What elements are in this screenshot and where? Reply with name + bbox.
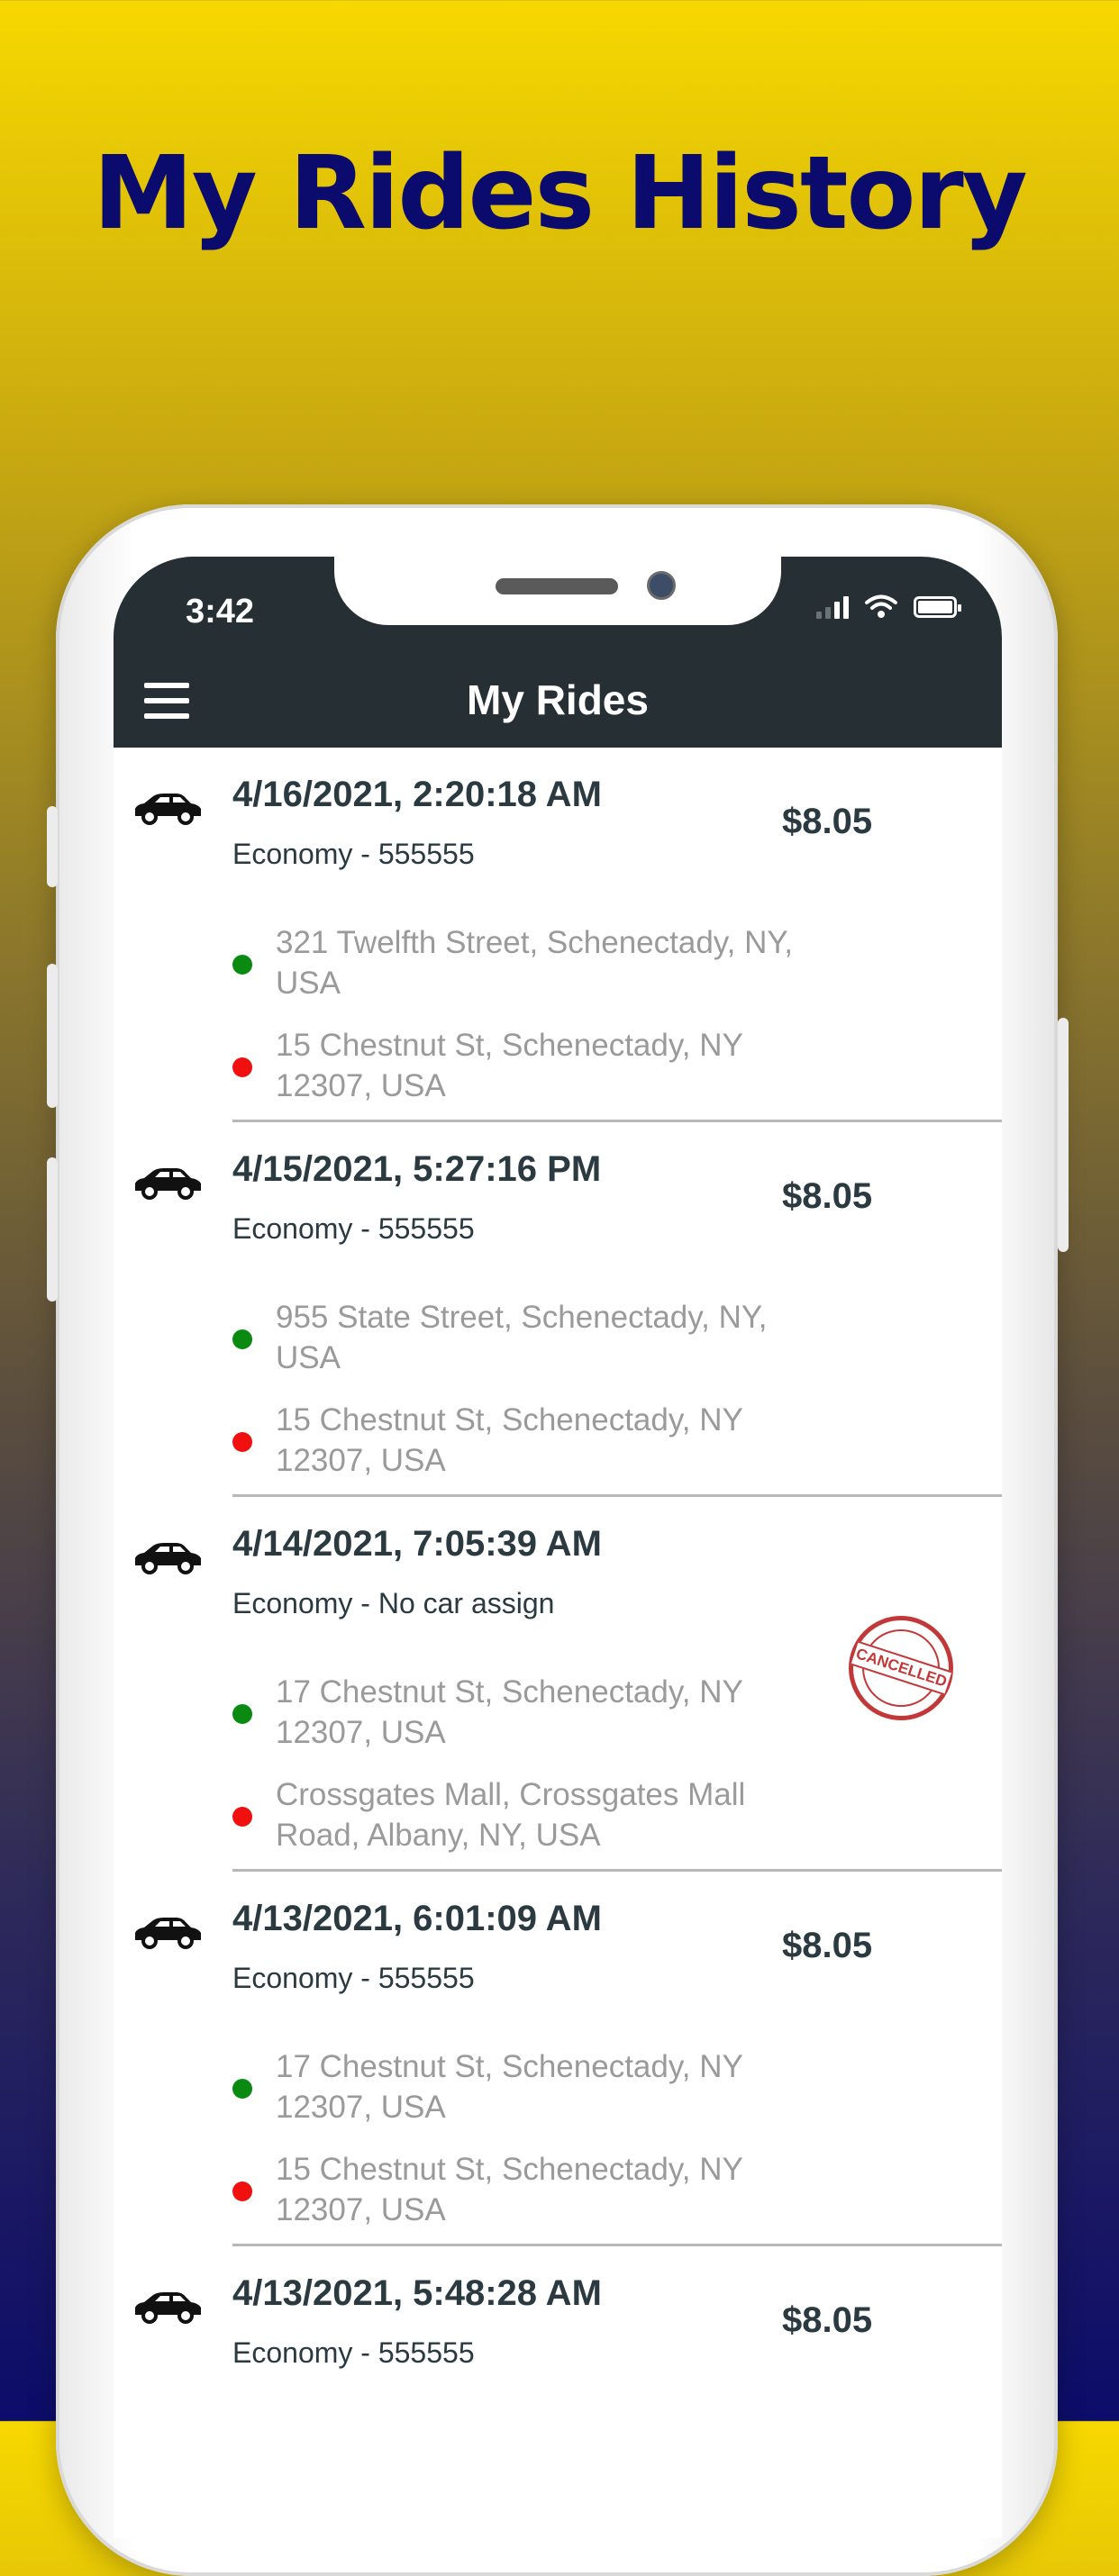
- car-icon: [135, 1918, 201, 1949]
- ride-category: Economy - 555555: [232, 1212, 475, 1245]
- red-dot-icon: [232, 1432, 252, 1452]
- pickup-address: 17 Chestnut St, Schenectady, NY 12307, U…: [276, 2049, 743, 2125]
- ride-item[interactable]: 4/15/2021, 5:27:16 PM Economy - 555555 $…: [114, 1122, 1002, 1497]
- ride-date: 4/14/2021, 7:05:39 AM: [232, 1524, 602, 1564]
- car-icon: [135, 794, 201, 825]
- dropoff-address: 15 Chestnut St, Schenectady, NY 12307, U…: [276, 2152, 743, 2227]
- car-icon: [135, 2292, 201, 2324]
- dropoff-address: 15 Chestnut St, Schenectady, NY 12307, U…: [276, 1028, 743, 1103]
- ride-fare: $8.05: [782, 1176, 873, 1216]
- ride-date: 4/13/2021, 5:48:28 AM: [232, 2273, 602, 2313]
- car-icon: [135, 1168, 201, 1200]
- dropoff-address: Crossgates Mall, Crossgates Mall Road, A…: [276, 1777, 746, 1853]
- app-bar: My Rides: [114, 656, 1002, 748]
- ride-category: Economy - No car assign: [232, 1587, 555, 1619]
- pickup-address: 17 Chestnut St, Schenectady, NY 12307, U…: [276, 1674, 743, 1750]
- ride-category: Economy - 555555: [232, 2336, 475, 2369]
- green-dot-icon: [232, 1329, 252, 1349]
- status-time-area: 3:42: [114, 557, 330, 656]
- pickup-address: 955 State Street, Schenectady, NY, USA: [276, 1300, 768, 1375]
- phone-power-button: [1058, 1018, 1069, 1252]
- ride-item[interactable]: 4/14/2021, 7:05:39 AM Economy - No car a…: [114, 1497, 1002, 1872]
- front-camera: [647, 571, 676, 600]
- car-icon: [135, 1543, 201, 1574]
- red-dot-icon: [232, 1807, 252, 1827]
- ride-fare: $8.05: [782, 1926, 873, 1965]
- notch: [334, 557, 781, 625]
- rides-list: 4/16/2021, 2:20:18 AM Economy - 555555 $…: [114, 748, 1002, 2538]
- ride-fare: $8.05: [782, 2300, 873, 2340]
- phone-screen: 3:42 My Rides 4/16/2021, 2:20:18 AM Econ…: [114, 557, 1002, 2538]
- ride-item[interactable]: 4/13/2021, 5:48:28 AM Economy - 555555 $…: [114, 2246, 1002, 2538]
- ride-date: 4/13/2021, 6:01:09 AM: [232, 1899, 602, 1938]
- status-bar: 3:42: [114, 557, 1002, 656]
- app-bar-title: My Rides: [467, 676, 649, 723]
- green-dot-icon: [232, 955, 252, 975]
- cellular-signal-icon: [816, 595, 849, 619]
- speaker-grille: [496, 578, 618, 594]
- cancelled-stamp-icon: CANCELLED: [849, 1616, 953, 1720]
- ride-item[interactable]: 4/16/2021, 2:20:18 AM Economy - 555555 $…: [114, 748, 1002, 1122]
- dropoff-address: 15 Chestnut St, Schenectady, NY 12307, U…: [276, 1402, 743, 1478]
- green-dot-icon: [232, 1704, 252, 1724]
- ride-date: 4/15/2021, 5:27:16 PM: [232, 1149, 602, 1189]
- ride-fare: $8.05: [782, 802, 873, 841]
- ride-category: Economy - 555555: [232, 1962, 475, 1994]
- ride-item[interactable]: 4/13/2021, 6:01:09 AM Economy - 555555 $…: [114, 1872, 1002, 2246]
- ride-category: Economy - 555555: [232, 838, 475, 870]
- pickup-address: 321 Twelfth Street, Schenectady, NY, USA: [276, 925, 793, 1001]
- battery-icon: [914, 596, 961, 618]
- status-time: 3:42: [186, 593, 255, 630]
- status-icons: [816, 594, 961, 620]
- promo-headline: My Rides History: [93, 135, 1027, 252]
- phone-volume-down-button: [47, 1157, 58, 1302]
- phone-silent-switch: [47, 806, 58, 887]
- red-dot-icon: [232, 1057, 252, 1077]
- ride-date: 4/16/2021, 2:20:18 AM: [232, 775, 602, 814]
- red-dot-icon: [232, 2181, 252, 2201]
- green-dot-icon: [232, 2079, 252, 2099]
- wifi-icon: [865, 594, 897, 618]
- phone-volume-up-button: [47, 964, 58, 1108]
